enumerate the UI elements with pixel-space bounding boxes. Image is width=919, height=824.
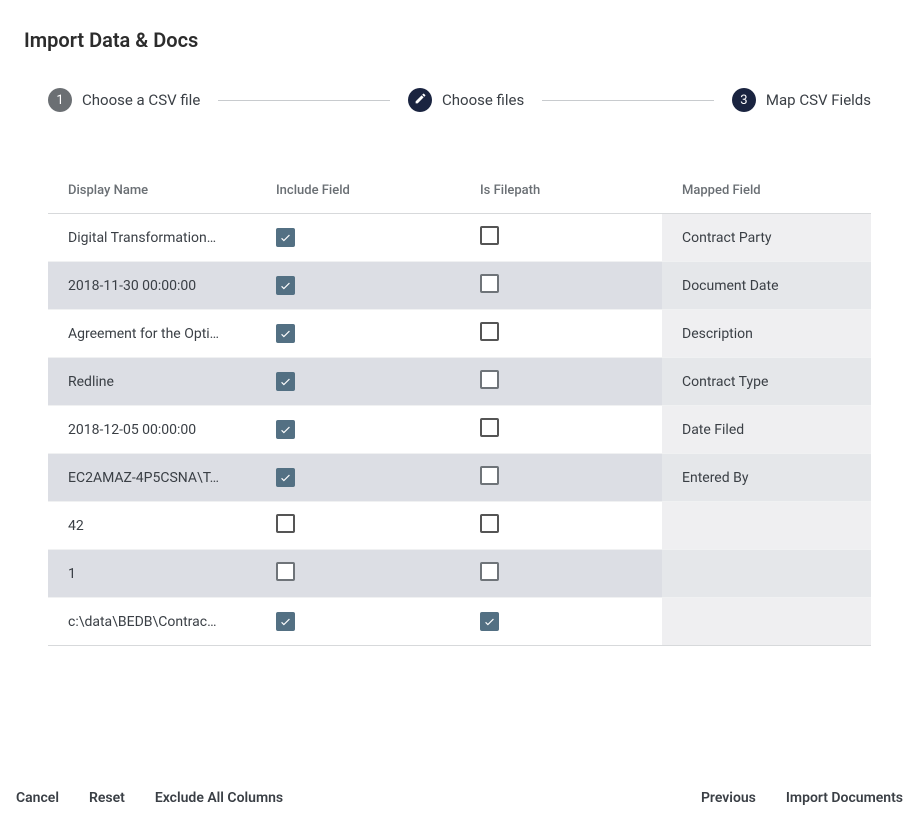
include-cell	[256, 468, 460, 488]
table-row: EC2AMAZ-4P5CSNA\T… Entered By	[48, 454, 871, 502]
mapped-field-select[interactable]: Description	[662, 310, 871, 357]
filepath-checkbox[interactable]	[480, 466, 499, 485]
mapped-field-select[interactable]: Entered By	[662, 454, 871, 501]
table-row: Redline Contract Type	[48, 358, 871, 406]
filepath-cell	[460, 514, 662, 537]
include-cell	[256, 612, 460, 632]
col-header-filepath: Is Filepath	[460, 183, 662, 198]
mapping-table: Display Name Include Field Is Filepath M…	[20, 168, 899, 646]
filepath-checkbox[interactable]	[480, 612, 499, 631]
col-header-include: Include Field	[256, 183, 460, 198]
filepath-checkbox[interactable]	[480, 322, 499, 341]
include-cell	[256, 372, 460, 392]
step3-circle: 3	[732, 88, 756, 112]
mapped-field-select[interactable]: Document Date	[662, 262, 871, 309]
include-checkbox[interactable]	[276, 228, 295, 247]
include-cell	[256, 420, 460, 440]
filepath-checkbox[interactable]	[480, 562, 499, 581]
table-row: Digital Transformation… Contract Party	[48, 214, 871, 262]
step1-circle: 1	[48, 88, 72, 112]
step-choose-files[interactable]: Choose files	[408, 88, 524, 112]
filepath-checkbox[interactable]	[480, 274, 499, 293]
mapped-cell: Description	[662, 310, 871, 357]
table-row: 42	[48, 502, 871, 550]
filepath-cell	[460, 612, 662, 632]
include-checkbox[interactable]	[276, 514, 295, 533]
table-row: 1	[48, 550, 871, 598]
filepath-cell	[460, 466, 662, 489]
table-row: 2018-11-30 00:00:00 Document Date	[48, 262, 871, 310]
mapped-cell	[662, 598, 871, 645]
step2-circle	[408, 88, 432, 112]
display-name-cell: Digital Transformation…	[48, 230, 256, 246]
display-name-cell: 2018-11-30 00:00:00	[48, 278, 256, 294]
col-header-display-name: Display Name	[48, 183, 256, 198]
filepath-cell	[460, 274, 662, 297]
wizard-stepper: 1 Choose a CSV file Choose files 3 Map C…	[20, 88, 899, 112]
include-cell	[256, 228, 460, 248]
mapped-cell: Date Filed	[662, 406, 871, 453]
display-name-cell: 2018-12-05 00:00:00	[48, 422, 256, 438]
step-map-fields[interactable]: 3 Map CSV Fields	[732, 88, 871, 112]
filepath-cell	[460, 370, 662, 393]
col-header-mapped: Mapped Field	[662, 183, 871, 198]
mapped-field-select[interactable]: Date Filed	[662, 406, 871, 453]
step-choose-csv[interactable]: 1 Choose a CSV file	[48, 88, 200, 112]
filepath-cell	[460, 418, 662, 441]
mapped-cell: Entered By	[662, 454, 871, 501]
pencil-icon	[414, 92, 427, 109]
filepath-cell	[460, 226, 662, 249]
step-connector	[218, 100, 390, 101]
mapped-field-select[interactable]: Contract Party	[662, 214, 871, 261]
display-name-cell: 42	[48, 518, 256, 534]
table-row: c:\data\BEDB\Contrac…	[48, 598, 871, 646]
step1-label: Choose a CSV file	[82, 91, 200, 109]
previous-button[interactable]: Previous	[701, 790, 756, 806]
display-name-cell: c:\data\BEDB\Contrac…	[48, 614, 256, 630]
include-checkbox[interactable]	[276, 372, 295, 391]
include-checkbox[interactable]	[276, 612, 295, 631]
step3-label: Map CSV Fields	[766, 91, 871, 109]
mapped-cell	[662, 502, 871, 549]
exclude-all-button[interactable]: Exclude All Columns	[155, 790, 283, 806]
mapped-field-select[interactable]	[662, 550, 871, 597]
include-cell	[256, 514, 460, 537]
filepath-cell	[460, 562, 662, 585]
filepath-cell	[460, 322, 662, 345]
mapped-cell: Contract Party	[662, 214, 871, 261]
include-checkbox[interactable]	[276, 276, 295, 295]
include-checkbox[interactable]	[276, 562, 295, 581]
page-title: Import Data & Docs	[24, 28, 899, 52]
step2-label: Choose files	[442, 91, 524, 109]
mapped-field-select[interactable]	[662, 502, 871, 549]
filepath-checkbox[interactable]	[480, 418, 499, 437]
step-connector	[542, 100, 714, 101]
include-checkbox[interactable]	[276, 420, 295, 439]
include-cell	[256, 276, 460, 296]
reset-button[interactable]: Reset	[89, 790, 125, 806]
filepath-checkbox[interactable]	[480, 514, 499, 533]
display-name-cell: Agreement for the Opti…	[48, 326, 256, 342]
mapped-cell: Document Date	[662, 262, 871, 309]
cancel-button[interactable]: Cancel	[16, 790, 59, 806]
include-cell	[256, 562, 460, 585]
include-cell	[256, 324, 460, 344]
mapped-field-select[interactable]	[662, 598, 871, 645]
mapped-field-select[interactable]: Contract Type	[662, 358, 871, 405]
footer-bar: Cancel Reset Exclude All Columns Previou…	[0, 772, 919, 824]
mapped-cell	[662, 550, 871, 597]
import-documents-button[interactable]: Import Documents	[786, 790, 903, 806]
table-row: Agreement for the Opti… Description	[48, 310, 871, 358]
table-header-row: Display Name Include Field Is Filepath M…	[48, 168, 871, 214]
display-name-cell: Redline	[48, 374, 256, 390]
include-checkbox[interactable]	[276, 468, 295, 487]
filepath-checkbox[interactable]	[480, 370, 499, 389]
mapped-cell: Contract Type	[662, 358, 871, 405]
table-row: 2018-12-05 00:00:00 Date Filed	[48, 406, 871, 454]
filepath-checkbox[interactable]	[480, 226, 499, 245]
display-name-cell: 1	[48, 566, 256, 582]
include-checkbox[interactable]	[276, 324, 295, 343]
display-name-cell: EC2AMAZ-4P5CSNA\T…	[48, 470, 256, 486]
